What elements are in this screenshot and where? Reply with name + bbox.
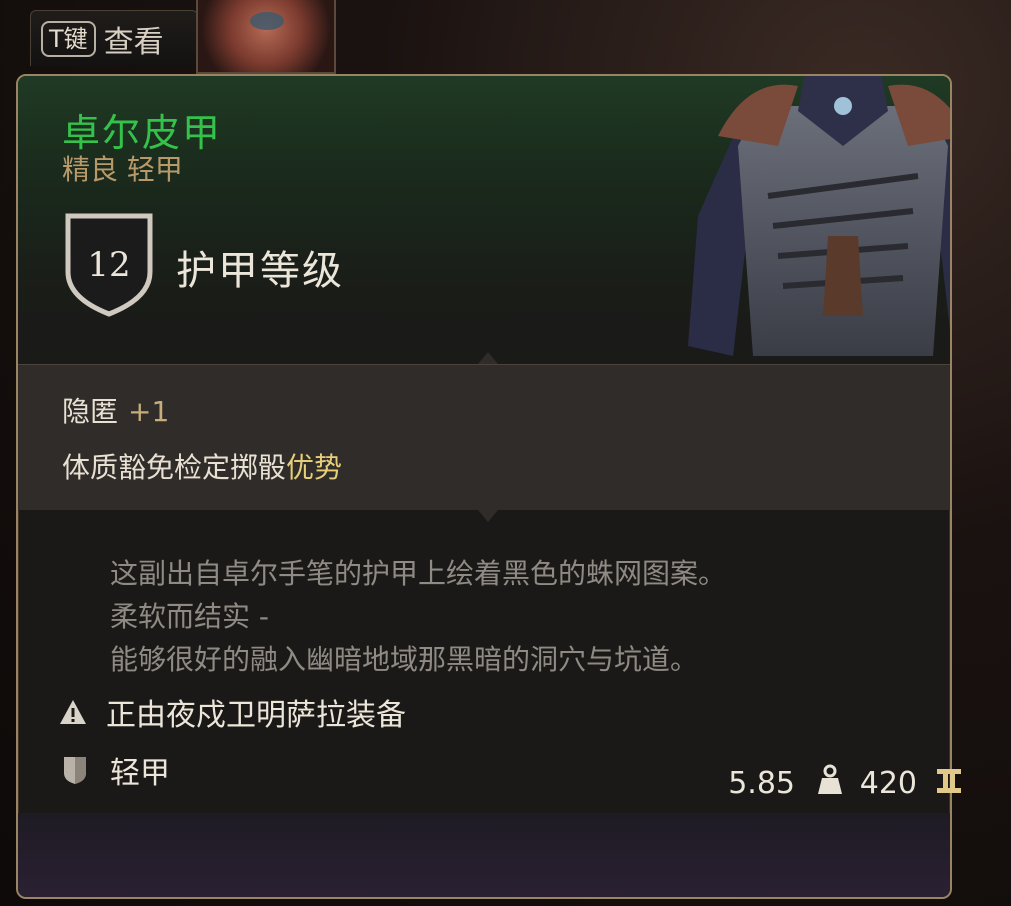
item-rarity-type: 精良 轻甲 (62, 153, 183, 186)
description-line: 这副出自卓尔手笔的护甲上绘着黑色的蛛网图案。 (110, 557, 727, 590)
item-tooltip: 卓尔皮甲 精良 轻甲 12 护甲等级 隐匿 +1 体质豁免检定掷骰优势 这副出自卓… (16, 74, 952, 899)
armor-type-row: 轻甲 (62, 748, 170, 792)
armor-type-icon (64, 757, 86, 784)
section-divider (18, 364, 950, 365)
description-line: 柔软而结实 - (110, 600, 270, 633)
armor-class-label: 护甲等级 (176, 248, 344, 294)
weight-value: 5.85 (728, 766, 795, 801)
constitution-save-stat: 体质豁免检定掷骰优势 (62, 446, 342, 486)
price-value: 420 (859, 766, 917, 801)
divider-notch (478, 352, 498, 364)
advantage-text: 优势 (286, 451, 343, 484)
equipped-by-text: 正由夜戍卫明萨拉装备 (106, 698, 406, 733)
gold-icon (937, 769, 961, 793)
stealth-value: +1 (128, 395, 170, 428)
armor-type-text: 轻甲 (110, 756, 170, 791)
shield-icon: 12 (65, 213, 153, 317)
examine-hint[interactable]: T键 查看 (30, 10, 198, 66)
t-key-badge: T键 (41, 20, 96, 57)
armor-image (688, 76, 950, 356)
character-portrait[interactable] (196, 0, 336, 74)
divider-notch (478, 510, 498, 522)
item-description: 这副出自卓尔手笔的护甲上绘着黑色的蛛网图案。 柔软而结实 - 能够很好的融入幽暗… (110, 552, 910, 681)
warning-icon (60, 700, 86, 724)
stats-section (18, 364, 950, 510)
stealth-stat: 隐匿 +1 (62, 390, 169, 430)
armor-class-value: 12 (87, 245, 130, 285)
description-line: 能够很好的融入幽暗地域那黑暗的洞穴与坑道。 (110, 643, 699, 676)
tooltip-footer (18, 813, 950, 897)
equipped-by-row: 正由夜戍卫明萨拉装备 (58, 690, 406, 734)
weight-icon (818, 764, 842, 794)
stealth-label: 隐匿 (62, 395, 119, 428)
examine-label: 查看 (103, 24, 164, 60)
constitution-text: 体质豁免检定掷骰 (62, 451, 287, 484)
